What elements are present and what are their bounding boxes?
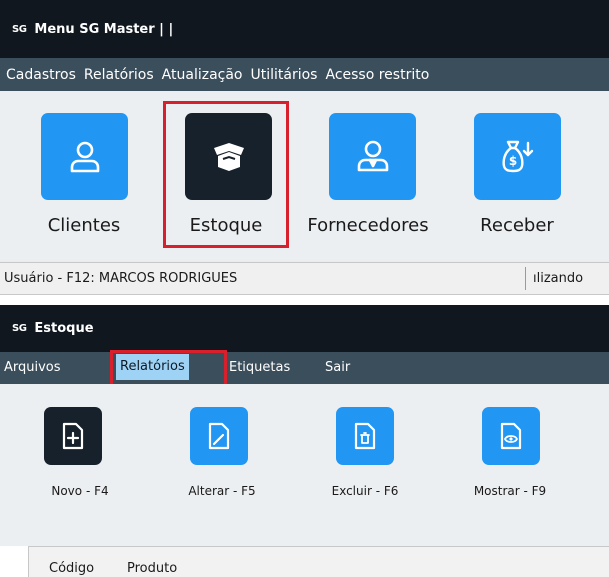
view-file-icon — [500, 422, 522, 450]
menu-atualizacao[interactable]: Atualização — [162, 67, 243, 83]
receber-label: Receber — [480, 215, 554, 236]
status-right-text: ılizando — [533, 271, 584, 286]
novo-label: Novo - F4 — [51, 484, 109, 498]
main-window-titlebar: SG Menu SG Master | | — [0, 0, 609, 58]
excluir-label: Excluir - F6 — [331, 484, 399, 498]
menu-cadastros[interactable]: Cadastros — [6, 67, 76, 83]
edit-file-icon — [208, 422, 230, 450]
window-gap — [0, 295, 609, 305]
menu-utilitarios[interactable]: Utilitários — [251, 67, 318, 83]
column-header-codigo[interactable]: Código — [49, 561, 94, 576]
svg-text:$: $ — [508, 154, 516, 168]
main-window-title: Menu SG Master | | — [34, 21, 174, 37]
estoque-window-logo: SG — [12, 323, 27, 334]
grid-header-row: Código Produto — [28, 546, 609, 577]
column-header-produto[interactable]: Produto — [127, 561, 177, 576]
status-user: Usuário - F12: MARCOS RODRIGUES — [4, 271, 238, 286]
clientes-label: Clientes — [47, 215, 121, 236]
delete-file-icon — [354, 422, 376, 450]
new-file-icon — [62, 422, 84, 450]
main-statusbar: Usuário - F12: MARCOS RODRIGUES ılizando — [0, 262, 609, 295]
fornecedores-label: Fornecedores — [307, 215, 429, 236]
supplier-icon — [357, 140, 388, 171]
mostrar-label: Mostrar - F9 — [473, 484, 547, 498]
menu-sair[interactable]: Sair — [325, 360, 350, 375]
alterar-label: Alterar - F5 — [188, 484, 256, 498]
estoque-window-title: Estoque — [34, 321, 94, 336]
user-icon — [70, 141, 99, 172]
product-grid: Código Produto — [0, 546, 609, 577]
estoque-highlight-box — [163, 101, 289, 248]
mostrar-button[interactable] — [482, 407, 540, 465]
menu-acesso-restrito[interactable]: Acesso restrito — [325, 67, 429, 83]
status-divider — [525, 267, 526, 290]
fornecedores-button[interactable] — [329, 113, 416, 200]
excluir-button[interactable] — [336, 407, 394, 465]
menu-arquivos[interactable]: Arquivos — [4, 360, 61, 375]
app-logo: SG — [12, 23, 27, 35]
receber-button[interactable]: $ — [474, 113, 561, 200]
main-menubar: Cadastros Relatórios Atualização Utilitá… — [0, 58, 609, 91]
estoque-menubar: Arquivos Relatórios Etiquetas Sair — [0, 352, 609, 384]
novo-button[interactable] — [44, 407, 102, 465]
estoque-window-titlebar: SG Estoque — [0, 305, 609, 352]
money-bag-icon: $ — [501, 140, 533, 172]
alterar-button[interactable] — [190, 407, 248, 465]
menu-etiquetas[interactable]: Etiquetas — [229, 360, 290, 375]
clientes-button[interactable] — [41, 113, 128, 200]
menu-relatorios[interactable]: Relatórios — [84, 67, 154, 83]
